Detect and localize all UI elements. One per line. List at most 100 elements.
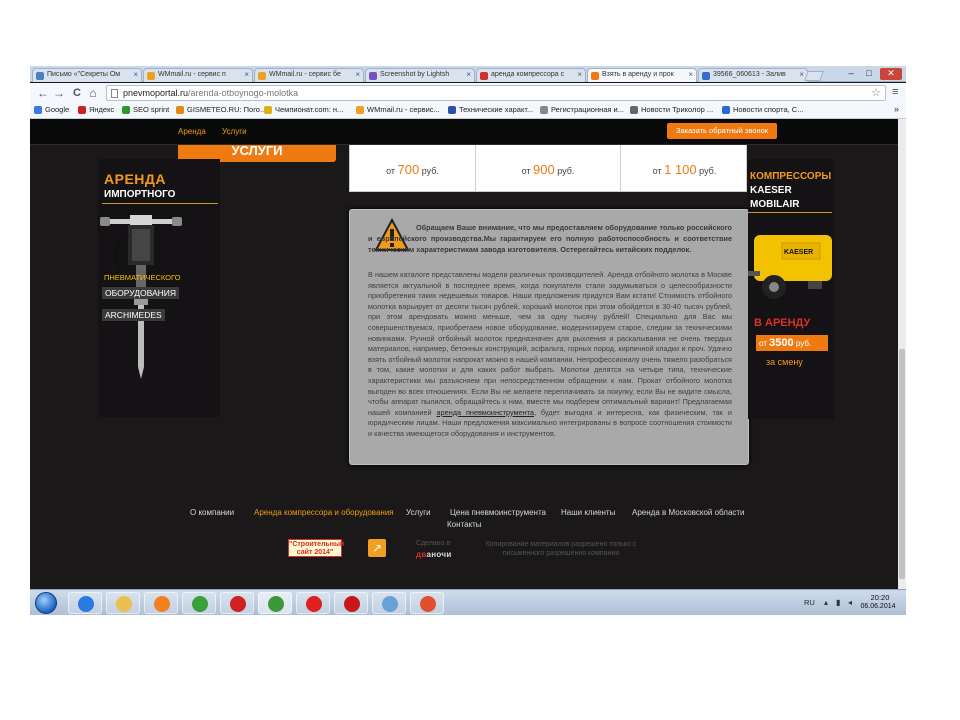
taskbar-yandex[interactable]: [296, 592, 330, 614]
tray-chevron-icon[interactable]: ▴: [824, 598, 828, 607]
wmmail-icon: [258, 72, 266, 80]
tab-2[interactable]: WMmail.ru - сервис бе ×: [254, 68, 364, 82]
taskbar-opera[interactable]: [220, 592, 254, 614]
new-tab-button[interactable]: [804, 71, 824, 81]
yandex-icon: [78, 106, 86, 114]
folder-icon: [116, 596, 132, 612]
arrow-icon[interactable]: ↗: [368, 539, 386, 557]
home-button[interactable]: ⌂: [86, 86, 100, 100]
page-scrollbar[interactable]: [898, 119, 906, 589]
footer-link-about[interactable]: О компании: [190, 508, 234, 517]
close-icon[interactable]: ×: [244, 70, 249, 79]
left-banner[interactable]: АРЕНДА ИМПОРТНОГО ПНЕВМАТИЧЕСКОГО ОБОРУД…: [98, 159, 220, 417]
forward-button[interactable]: →: [52, 86, 66, 100]
footer-link-services[interactable]: Услуги: [406, 508, 431, 517]
right-banner-rent: В АРЕНДУ: [754, 317, 811, 329]
tab-0[interactable]: Письмо «"Секреты Ом ×: [32, 68, 142, 82]
tab-4[interactable]: аренда компрессора с ×: [476, 68, 586, 82]
reload-button[interactable]: C: [70, 86, 84, 100]
close-icon[interactable]: ×: [799, 70, 804, 79]
scrollbar-thumb[interactable]: [899, 349, 905, 579]
taskbar-utorrent[interactable]: [182, 592, 216, 614]
bookmark-seo-sprint[interactable]: SEO sprint: [122, 105, 169, 117]
bookmarks-more-button[interactable]: »: [894, 104, 899, 114]
chrome-icon: [268, 596, 284, 612]
taskbar-app-orange[interactable]: [410, 592, 444, 614]
tab-bar: Письмо «"Секреты Ом × WMmail.ru - сервис …: [30, 66, 906, 82]
left-banner-brand: ARCHIMEDES: [102, 309, 165, 321]
price-value: 700: [397, 162, 420, 177]
app-blue-icon: [382, 596, 398, 612]
web-page: Аренда Услуги Заказать обратный звонок У…: [30, 119, 898, 589]
right-banner-title: КОМПРЕССОРЫ: [750, 171, 832, 182]
menu-icon[interactable]: ≡: [892, 86, 898, 98]
minimize-button[interactable]: –: [844, 68, 858, 80]
close-icon[interactable]: ×: [688, 70, 693, 79]
tech-specs-icon: [448, 106, 456, 114]
taskbar-app-blue[interactable]: [372, 592, 406, 614]
left-banner-divider: [102, 203, 218, 204]
bookmark-sport-news[interactable]: Новости спорта, С...: [722, 105, 803, 117]
footer-link-contacts[interactable]: Контакты: [447, 520, 482, 529]
bookmark-gismeteo[interactable]: GISMETEO.RU: Пого...: [176, 105, 266, 117]
bookmark-google[interactable]: Google: [34, 105, 69, 117]
sport-news-icon: [722, 106, 730, 114]
language-indicator[interactable]: RU: [804, 598, 815, 607]
bookmark-championat[interactable]: Чемпионат.com: н...: [264, 105, 343, 117]
close-icon[interactable]: ×: [133, 70, 138, 79]
volume-icon[interactable]: ◂: [848, 598, 852, 607]
start-button[interactable]: [35, 592, 57, 614]
bookmark-tech-specs[interactable]: Технические характ...: [448, 105, 533, 117]
close-icon[interactable]: ×: [577, 70, 582, 79]
notice-warning-text: Обращаем Ваше внимание, что мы предостав…: [368, 223, 732, 254]
price-cell-1: от 700 руб.: [350, 145, 476, 192]
footer-link-compressor-rent[interactable]: Аренда компрессора и оборудования: [254, 508, 394, 517]
taskbar-ie[interactable]: [68, 592, 102, 614]
bookmark-registration[interactable]: Регистрационная и...: [540, 105, 624, 117]
taskbar-chrome[interactable]: [258, 592, 292, 614]
clock-time[interactable]: 20:20: [860, 593, 900, 602]
address-bar[interactable]: pnevmoportal.ru/arenda-otboynogo-molotka…: [106, 85, 886, 101]
bookmark-tricolor[interactable]: Новости Триколор ...: [630, 105, 713, 117]
network-icon[interactable]: ▮: [836, 598, 840, 607]
google-icon: [34, 106, 42, 114]
compressor-brand-label: KAESER: [784, 249, 813, 256]
taskbar-explorer[interactable]: [106, 592, 140, 614]
tab-3[interactable]: Screenshot by Lightsh ×: [365, 68, 475, 82]
footer-link-clients[interactable]: Наши клиенты: [561, 508, 615, 517]
bookmark-wmmail[interactable]: WMmail.ru - сервис...: [356, 105, 440, 117]
opera-red-icon: [344, 596, 360, 612]
studio-logo[interactable]: дваночи: [416, 550, 452, 559]
bookmarks-bar: Google Яндекс SEO sprint GISMETEO.RU: По…: [30, 103, 906, 119]
close-icon[interactable]: ×: [355, 70, 360, 79]
right-banner[interactable]: КОМПРЕССОРЫ KAESER MOBILAIR KAESER В АРЕ…: [748, 159, 834, 419]
upload-icon: [702, 72, 710, 80]
made-in-label: Сделано в: [416, 540, 451, 547]
maximize-button[interactable]: □: [862, 68, 876, 80]
tab-1[interactable]: WMmail.ru - сервис п ×: [143, 68, 253, 82]
nav-link-arenda[interactable]: Аренда: [178, 127, 206, 136]
tab-6[interactable]: 39566_060613 - Залив ×: [698, 68, 808, 82]
right-banner-per-shift: за смену: [766, 357, 803, 367]
clock-date[interactable]: 06.06.2014: [856, 603, 900, 610]
bookmark-star-icon[interactable]: ☆: [871, 86, 881, 100]
footer-link-prices[interactable]: Цена пневмоинструмента: [450, 508, 546, 517]
bookmark-yandex[interactable]: Яндекс: [78, 105, 114, 117]
wmmail-icon: [356, 106, 364, 114]
back-button[interactable]: ←: [36, 86, 50, 100]
nav-link-uslugi[interactable]: Услуги: [222, 127, 247, 136]
price-cell-2: от 900 руб.: [476, 145, 621, 192]
footer-link-moscow-region[interactable]: Аренда в Московской области: [632, 508, 745, 517]
right-banner-divider: [748, 212, 832, 213]
callback-button[interactable]: Заказать обратный звонок: [667, 123, 777, 139]
construction-site-badge[interactable]: "Строительный сайт 2014": [288, 539, 344, 557]
left-banner-subtitle: ИМПОРТНОГО: [104, 189, 176, 200]
price-value: 1 100: [664, 162, 697, 177]
taskbar-opera-2[interactable]: [334, 592, 368, 614]
close-window-button[interactable]: ✕: [880, 68, 902, 80]
price-cell-3: от 1 100 руб.: [652, 162, 717, 177]
pneumatic-tools-rent-link[interactable]: аренда пневмоинструмента: [437, 408, 534, 417]
tab-5-active[interactable]: Взять в аренду и прок ×: [587, 68, 697, 82]
close-icon[interactable]: ×: [466, 70, 471, 79]
taskbar-media-player[interactable]: [144, 592, 178, 614]
